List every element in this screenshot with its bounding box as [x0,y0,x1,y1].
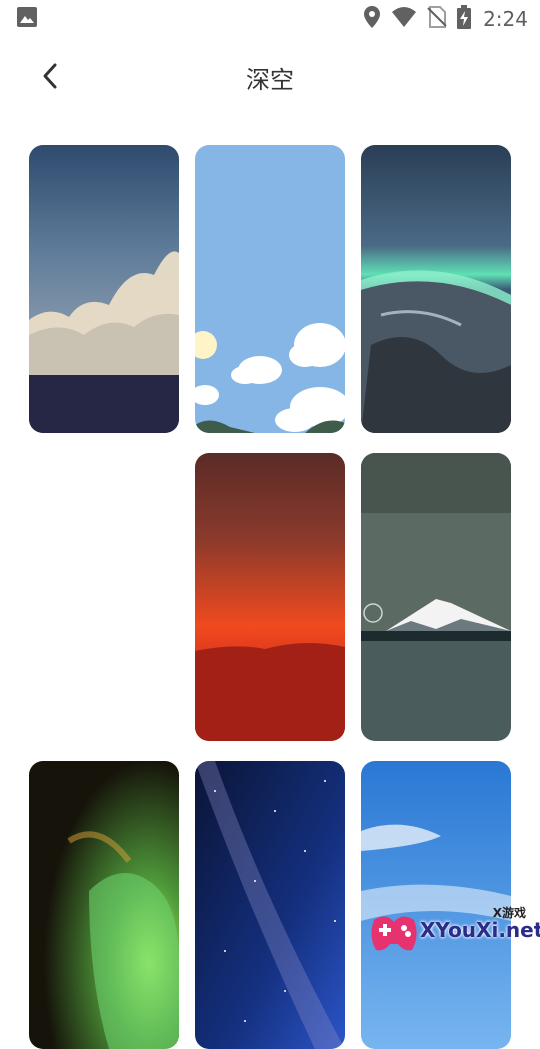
empty-slot [29,453,179,741]
wallpaper-cartoon-sky[interactable] [195,145,345,433]
wallpaper-nebula[interactable] [29,761,179,1049]
wallpaper-red-desert[interactable] [195,453,345,741]
watermark: X游戏 XYouXi.net [368,902,540,960]
gamepad-logo-icon [368,906,420,960]
wallpaper-aurora-planet[interactable] [361,145,511,433]
watermark-text: XYouXi.net [420,918,540,942]
status-time: 2:24 [483,7,528,31]
wallpaper-snow-mountain-lake[interactable] [361,453,511,741]
page-title: 深空 [246,66,294,94]
no-sim-icon [427,5,447,33]
battery-charging-icon [457,5,472,33]
wallpaper-milky-way[interactable] [195,761,345,1049]
location-icon [363,5,381,33]
wallpaper-clouds-dusk[interactable] [29,145,179,433]
image-notification-icon [16,6,38,32]
app-bar: 深空 [0,44,540,108]
status-bar: 2:24 [0,0,540,36]
wifi-icon [391,6,417,32]
